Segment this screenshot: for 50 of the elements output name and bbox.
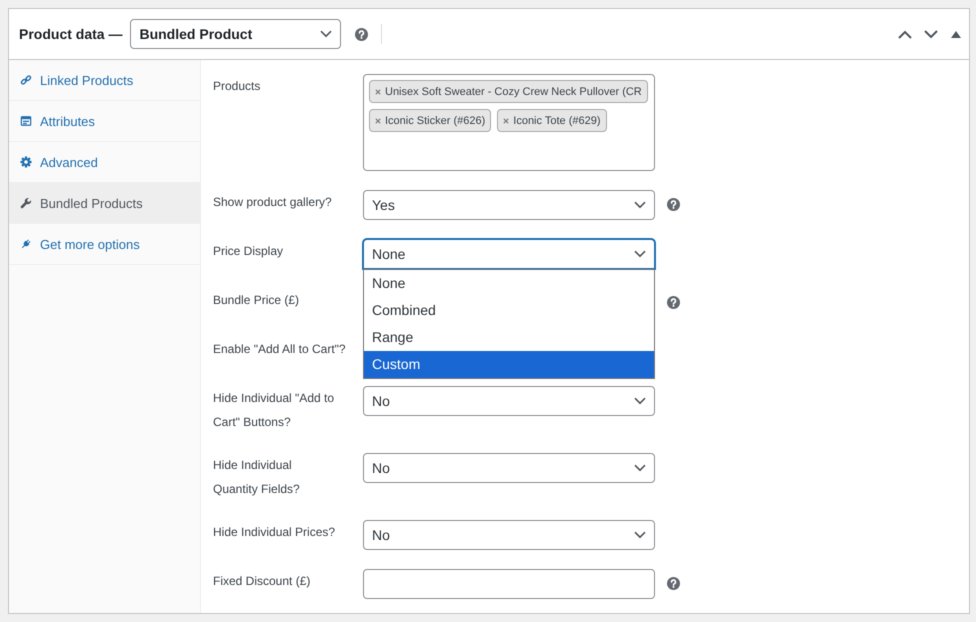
product-tag[interactable]: Iconic Sticker (#626) (369, 109, 492, 132)
wrench-icon (20, 197, 32, 209)
chevron-down-icon (634, 250, 646, 258)
products-field[interactable]: Unisex Soft Sweater - Cozy Crew Neck Pullover (CR Iconic Sticker (#626) Iconic Tote (#629) (363, 74, 655, 171)
chevron-down-icon (634, 531, 646, 539)
sidebar-tab[interactable]: Attributes (9, 101, 200, 142)
help-icon[interactable] (667, 198, 680, 211)
sidebar-tab[interactable]: Get more options (9, 224, 200, 265)
field-label: Products (213, 78, 260, 95)
chevron-up-icon[interactable] (898, 30, 912, 38)
chevron-down-icon (634, 464, 646, 472)
field-label: Show product gallery? (213, 194, 332, 211)
field-label: Enable "Add All to Cart"? (213, 341, 346, 358)
field-label: Hide Individual Quantity Fields? (213, 457, 301, 498)
product-tag[interactable]: Iconic Tote (#629) (497, 109, 607, 132)
triangle-up-icon[interactable] (951, 30, 961, 38)
chevron-down-icon (320, 30, 332, 38)
select-field[interactable]: No (363, 453, 655, 483)
dropdown-option[interactable]: None (364, 270, 654, 297)
select-field[interactable]: None (363, 239, 655, 269)
remove-icon[interactable] (375, 88, 381, 94)
remove-icon[interactable] (375, 118, 381, 124)
sidebar-tab[interactable]: Linked Products (9, 60, 200, 101)
chevron-down-icon[interactable] (924, 30, 938, 38)
select-field[interactable]: No (363, 520, 655, 550)
select-field[interactable]: No (363, 386, 655, 416)
dropdown-option[interactable]: Combined (364, 297, 654, 324)
field-label: Price Display (213, 243, 284, 260)
remove-icon[interactable] (503, 118, 510, 124)
help-icon[interactable] (667, 296, 680, 309)
dropdown-option[interactable]: Range (364, 324, 654, 351)
gear-icon (20, 156, 32, 168)
field-label: Hide Individual Prices? (213, 524, 336, 541)
plug-icon (20, 238, 32, 250)
chevron-down-icon (634, 397, 646, 405)
product-type-select[interactable]: Bundled Product (130, 19, 342, 49)
help-icon[interactable] (355, 28, 368, 40)
input-field[interactable] (363, 569, 655, 599)
help-icon[interactable] (667, 577, 680, 590)
field-label: Fixed Discount (£) (213, 573, 310, 590)
panel-title: Product data — (19, 26, 122, 42)
link-icon (20, 74, 32, 86)
product-tag[interactable]: Unisex Soft Sweater - Cozy Crew Neck Pullover (CR (369, 80, 648, 103)
field-label: Hide Individual "Add to Cart" Buttons? (213, 390, 336, 431)
chevron-down-icon (634, 201, 646, 209)
table-icon (20, 115, 32, 127)
select-field[interactable]: Yes (363, 190, 655, 220)
sidebar-tab[interactable]: Bundled Products (9, 183, 200, 224)
dropdown-option[interactable]: Custom (364, 351, 654, 378)
field-label: Bundle Price (£) (213, 292, 300, 309)
